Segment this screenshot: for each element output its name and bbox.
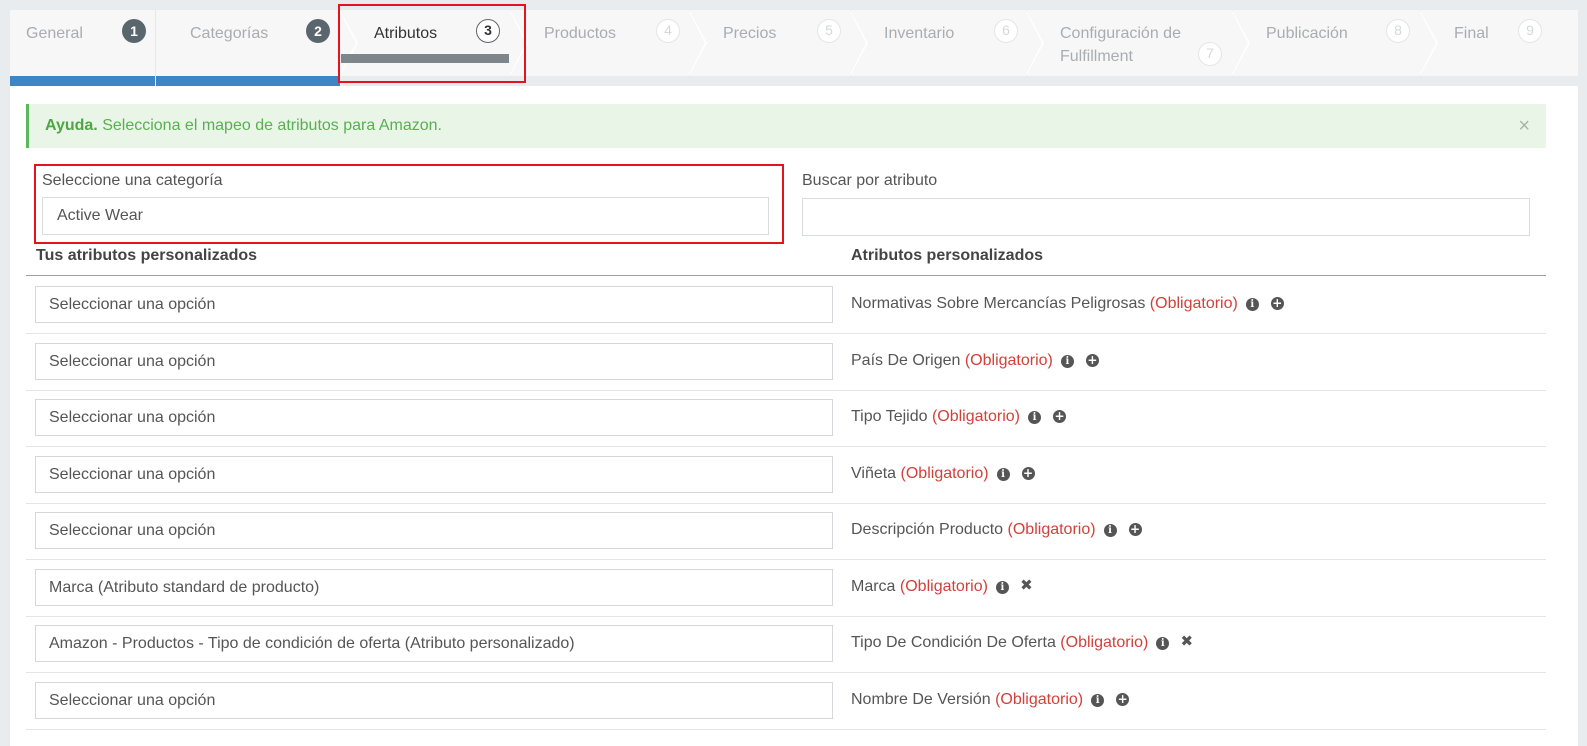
required-tag: (Obligatorio)	[899, 578, 988, 595]
step-arrow	[849, 10, 866, 76]
right-column-header: Atributos personalizados	[851, 247, 1044, 264]
attribute-select[interactable]: Seleccionar una opción	[35, 682, 833, 719]
add-circle-icon[interactable]: +	[1270, 297, 1284, 310]
step-number: 5	[817, 19, 841, 43]
amazon-attribute: Descripción Producto (Obligatorio) i +	[851, 521, 1142, 539]
step-number: 8	[1386, 19, 1410, 43]
highlight-category	[34, 164, 784, 244]
attribute-select[interactable]: Seleccionar una opción	[35, 399, 833, 436]
attribute-name: Tipo Tejido	[851, 408, 928, 425]
wizard-step-productos[interactable]: Productos 4	[528, 10, 690, 76]
attribute-row: Seleccionar una opción Nombre De Versión …	[26, 672, 1546, 730]
required-tag: (Obligatorio)	[900, 465, 989, 482]
step-label: Inventario	[884, 25, 955, 42]
step-label: Final	[1454, 25, 1489, 42]
attribute-row: Marca (Atributo standard de producto) Mar…	[26, 559, 1546, 617]
alert-title: Ayuda.	[45, 117, 98, 134]
attribute-name: País De Origen	[851, 352, 961, 369]
attribute-select[interactable]: Seleccionar una opción	[35, 456, 833, 493]
required-tag: (Obligatorio)	[964, 352, 1053, 369]
step-arrow	[1025, 10, 1042, 76]
add-circle-icon[interactable]: +	[1128, 523, 1142, 536]
attribute-name: Normativas Sobre Mercancías Peligrosas	[851, 295, 1146, 312]
wizard-step-categorias[interactable]: Categorías 2	[156, 10, 340, 86]
amazon-attribute: Marca (Obligatorio) i ✖	[851, 578, 1033, 596]
step-number: 6	[994, 19, 1018, 43]
attribute-name: Marca	[851, 578, 896, 595]
step-arrow	[1231, 10, 1248, 76]
wizard-steps: General 1 Categorías 2 Atributos 3 Produ…	[10, 10, 1587, 86]
attribute-row: Seleccionar una opción País De Origen (Ob…	[26, 333, 1546, 391]
info-icon[interactable]: i	[1103, 524, 1117, 537]
attribute-select[interactable]: Seleccionar una opción	[35, 286, 833, 323]
attribute-row: Seleccionar una opción Normativas Sobre M…	[26, 276, 1546, 334]
attribute-name: Nombre De Versión	[851, 691, 991, 708]
step-progress-bar	[10, 76, 155, 86]
required-tag: (Obligatorio)	[1060, 634, 1149, 651]
info-icon[interactable]: i	[1245, 298, 1259, 311]
info-icon[interactable]: i	[995, 581, 1009, 594]
attribute-select[interactable]: Marca (Atributo standard de producto)	[35, 569, 833, 606]
attribute-row: Seleccionar una opción Descripción Produc…	[26, 502, 1546, 560]
step-label: Configuración de Fulfillment	[1060, 25, 1181, 65]
step-arrow	[1419, 10, 1436, 76]
add-circle-icon[interactable]: +	[1085, 354, 1099, 367]
attribute-name: Tipo De Condición De Oferta	[851, 634, 1056, 651]
step-number: 7	[1198, 42, 1222, 66]
info-icon[interactable]: i	[1156, 637, 1170, 650]
amazon-attribute: Tipo De Condición De Oferta (Obligatorio…	[851, 634, 1193, 652]
wizard-step-inventario[interactable]: Inventario 6	[868, 10, 1026, 76]
remove-icon[interactable]: ✖	[1180, 634, 1194, 649]
attribute-select[interactable]: Seleccionar una opción	[35, 512, 833, 549]
step-number: 4	[656, 19, 680, 43]
highlight-active-step	[338, 4, 526, 83]
attribute-select[interactable]: Seleccionar una opción	[35, 343, 833, 380]
attribute-row: Amazon - Productos - Tipo de condición d…	[26, 615, 1546, 673]
wizard-step-publicacion[interactable]: Publicación 8	[1250, 10, 1420, 76]
add-circle-icon[interactable]: +	[1116, 693, 1130, 706]
step-number: 1	[122, 19, 146, 43]
wizard-step-precios[interactable]: Precios 5	[707, 10, 850, 76]
amazon-attribute: Viñeta (Obligatorio) i +	[851, 465, 1035, 483]
amazon-attribute: Nombre De Versión (Obligatorio) i +	[851, 691, 1130, 709]
step-label: Categorías	[190, 25, 269, 42]
wizard-step-fulfillment[interactable]: Configuración de Fulfillment 7	[1044, 10, 1232, 76]
attribute-row: Seleccionar una opción Tipo Tejido (Oblig…	[26, 389, 1546, 447]
attribute-row: Seleccionar una opción Viñeta (Obligatori…	[26, 446, 1546, 504]
step-label: Productos	[544, 25, 617, 42]
left-column-header: Tus atributos personalizados	[36, 247, 258, 264]
wizard-step-final[interactable]: Final 9	[1438, 10, 1578, 76]
search-input[interactable]	[802, 198, 1530, 236]
step-label: Publicación	[1266, 25, 1348, 42]
info-icon[interactable]: i	[1060, 355, 1074, 368]
help-alert: Ayuda. Selecciona el mapeo de atributos …	[26, 104, 1546, 148]
step-progress-bar	[156, 76, 340, 86]
step-label: General	[26, 25, 83, 42]
info-icon[interactable]: i	[1091, 694, 1105, 707]
amazon-attribute: Tipo Tejido (Obligatorio) i +	[851, 408, 1066, 426]
required-tag: (Obligatorio)	[1007, 521, 1096, 538]
step-label: Precios	[723, 25, 777, 42]
add-circle-icon[interactable]: +	[1052, 410, 1066, 423]
step-number: 2	[306, 19, 330, 43]
attribute-name: Viñeta	[851, 465, 897, 482]
alert-text: Selecciona el mapeo de atributos para Am…	[102, 117, 442, 134]
required-tag: (Obligatorio)	[995, 691, 1084, 708]
add-circle-icon[interactable]: +	[1021, 467, 1035, 480]
required-tag: (Obligatorio)	[1149, 295, 1238, 312]
required-tag: (Obligatorio)	[931, 408, 1020, 425]
amazon-attribute: Normativas Sobre Mercancías Peligrosas (…	[851, 295, 1284, 313]
attribute-select[interactable]: Amazon - Productos - Tipo de condición d…	[35, 625, 833, 662]
remove-icon[interactable]: ✖	[1020, 578, 1033, 593]
step-arrow	[688, 10, 705, 76]
attribute-name: Descripción Producto	[851, 521, 1004, 538]
step-number: 9	[1518, 19, 1542, 43]
close-icon[interactable]: ×	[1518, 104, 1530, 148]
amazon-attribute: País De Origen (Obligatorio) i +	[851, 352, 1099, 370]
info-icon[interactable]: i	[996, 468, 1010, 481]
wizard-step-general[interactable]: General 1	[10, 10, 155, 86]
info-icon[interactable]: i	[1027, 411, 1041, 424]
search-label: Buscar por atributo	[802, 172, 938, 189]
